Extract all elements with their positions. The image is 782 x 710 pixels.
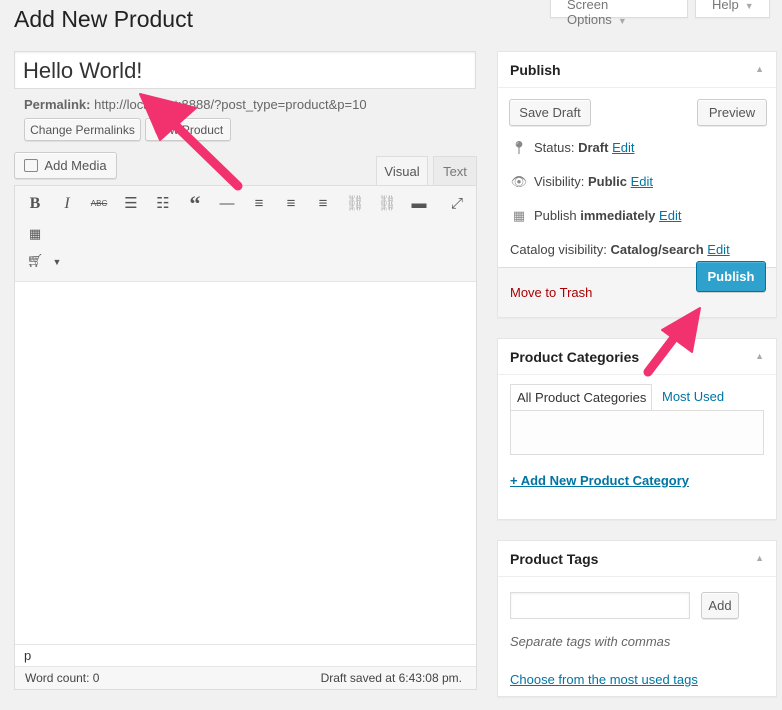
chevron-down-icon: ▼ xyxy=(744,1,754,11)
publish-box-header[interactable]: Publish ▲ xyxy=(498,52,776,88)
publish-time-row: ▦ Publish immediately Edit xyxy=(510,208,682,224)
chevron-down-icon: ▼ xyxy=(617,16,627,26)
numbered-list-icon[interactable]: ☷ xyxy=(152,193,174,215)
eye-icon: 👁︎ xyxy=(510,174,528,189)
tag-input[interactable] xyxy=(510,592,690,619)
permalink-row: Permalink: http://localhost:8888/?post_t… xyxy=(24,97,367,112)
edit-catalog-visibility-link[interactable]: Edit xyxy=(707,242,729,257)
word-count: Word count: 0 xyxy=(25,671,100,685)
cart-dropdown-chevron-icon[interactable]: ▼ xyxy=(46,251,68,273)
visibility-row: 👁︎ Visibility: Public Edit xyxy=(510,174,653,190)
product-categories-header[interactable]: Product Categories ▲ xyxy=(498,339,776,375)
tab-all-product-categories[interactable]: All Product Categories xyxy=(510,384,652,411)
tab-visual[interactable]: Visual xyxy=(376,156,428,186)
editor: B I ABC ☰ ☷ “ — ≡ ≡ ≡ ⛓ ⛓ ▬ ⤢ ▦ 🛒︎ ▼ p W… xyxy=(14,185,477,690)
choose-most-used-tags-link[interactable]: Choose from the most used tags xyxy=(510,672,698,687)
status-value: Draft xyxy=(578,140,609,155)
add-tag-button[interactable]: Add xyxy=(701,592,739,619)
collapse-arrow-icon[interactable]: ▲ xyxy=(755,64,764,74)
horizontal-rule-icon[interactable]: — xyxy=(216,193,238,215)
catalog-visibility-label: Catalog visibility: xyxy=(510,242,607,257)
editor-content-area[interactable] xyxy=(15,282,476,644)
collapse-arrow-icon[interactable]: ▲ xyxy=(755,351,764,361)
product-tags-title: Product Tags xyxy=(510,551,599,567)
save-draft-button[interactable]: Save Draft xyxy=(509,99,591,126)
visibility-value: Public xyxy=(587,174,627,189)
publish-box: Publish ▲ Save Draft Preview 📍︎ Status: D… xyxy=(497,51,777,318)
catalog-visibility-row: Catalog visibility: Catalog/search Edit xyxy=(510,242,730,257)
page-title: Add New Product xyxy=(14,6,193,32)
add-media-button[interactable]: Add Media xyxy=(14,152,117,179)
italic-icon[interactable]: I xyxy=(56,193,78,215)
edit-status-link[interactable]: Edit xyxy=(612,140,634,155)
publish-time-label: Publish xyxy=(534,208,577,223)
status-row: 📍︎ Status: Draft Edit xyxy=(510,140,635,156)
permalink-url[interactable]: http://localhost:8888/?post_type=product… xyxy=(94,97,366,112)
tab-most-used[interactable]: Most Used xyxy=(662,389,724,404)
toolbar-toggle-icon[interactable]: ▦ xyxy=(24,223,46,245)
visibility-label: Visibility: xyxy=(534,174,585,189)
shortcode-cart-icon[interactable]: 🛒︎ xyxy=(24,250,46,272)
align-left-icon[interactable]: ≡ xyxy=(248,193,270,215)
screen-options-label: Screen Options xyxy=(567,0,612,27)
tags-hint: Separate tags with commas xyxy=(510,634,671,649)
help-tab[interactable]: Help ▼ xyxy=(695,0,770,18)
product-categories-title: Product Categories xyxy=(510,349,640,365)
editor-status-bar: Word count: 0 Draft saved at 6:43:08 pm. xyxy=(15,666,476,689)
publish-box-title: Publish xyxy=(510,62,561,78)
help-label: Help xyxy=(712,0,739,12)
bullet-list-icon[interactable]: ☰ xyxy=(120,193,142,215)
permalink-label: Permalink: xyxy=(24,97,91,112)
read-more-icon[interactable]: ▬ xyxy=(408,193,430,215)
media-icon xyxy=(24,159,39,172)
fullscreen-icon[interactable]: ⤢ xyxy=(446,193,468,215)
unlink-icon[interactable]: ⛓ xyxy=(376,193,398,215)
align-center-icon[interactable]: ≡ xyxy=(280,193,302,215)
publish-time-value: immediately xyxy=(580,208,656,223)
bold-icon[interactable]: B xyxy=(24,193,46,215)
product-tags-header[interactable]: Product Tags ▲ xyxy=(498,541,776,577)
edit-visibility-link[interactable]: Edit xyxy=(631,174,653,189)
editor-toolbar: B I ABC ☰ ☷ “ — ≡ ≡ ≡ ⛓ ⛓ ▬ ⤢ ▦ 🛒︎ ▼ xyxy=(15,186,476,282)
strikethrough-icon[interactable]: ABC xyxy=(88,193,110,215)
move-to-trash-link[interactable]: Move to Trash xyxy=(510,285,592,300)
edit-publish-time-link[interactable]: Edit xyxy=(659,208,681,223)
product-title-input[interactable]: Hello World! xyxy=(14,51,476,89)
view-product-button[interactable]: View Product xyxy=(145,118,231,141)
category-checklist[interactable] xyxy=(510,410,764,455)
collapse-arrow-icon[interactable]: ▲ xyxy=(755,553,764,563)
status-label: Status: xyxy=(534,140,575,155)
catalog-visibility-value: Catalog/search xyxy=(610,242,704,257)
link-icon[interactable]: ⛓ xyxy=(344,193,366,215)
calendar-icon: ▦ xyxy=(512,208,526,223)
editor-path: p xyxy=(15,644,476,666)
product-categories-box: Product Categories ▲ All Product Categor… xyxy=(497,338,777,520)
screen-options-tab[interactable]: Screen Options ▼ xyxy=(550,0,688,27)
change-permalinks-button[interactable]: Change Permalinks xyxy=(24,118,141,141)
product-tags-box: Product Tags ▲ Add Separate tags with co… xyxy=(497,540,777,697)
tab-text[interactable]: Text xyxy=(433,156,477,186)
add-media-label: Add Media xyxy=(44,158,107,173)
preview-button[interactable]: Preview xyxy=(697,99,767,126)
add-new-product-category-link[interactable]: + Add New Product Category xyxy=(510,473,689,488)
blockquote-icon[interactable]: “ xyxy=(184,193,206,215)
pin-icon: 📍︎ xyxy=(510,140,528,155)
publish-button[interactable]: Publish xyxy=(696,261,766,292)
align-right-icon[interactable]: ≡ xyxy=(312,193,334,215)
draft-saved-status: Draft saved at 6:43:08 pm. xyxy=(320,671,462,685)
